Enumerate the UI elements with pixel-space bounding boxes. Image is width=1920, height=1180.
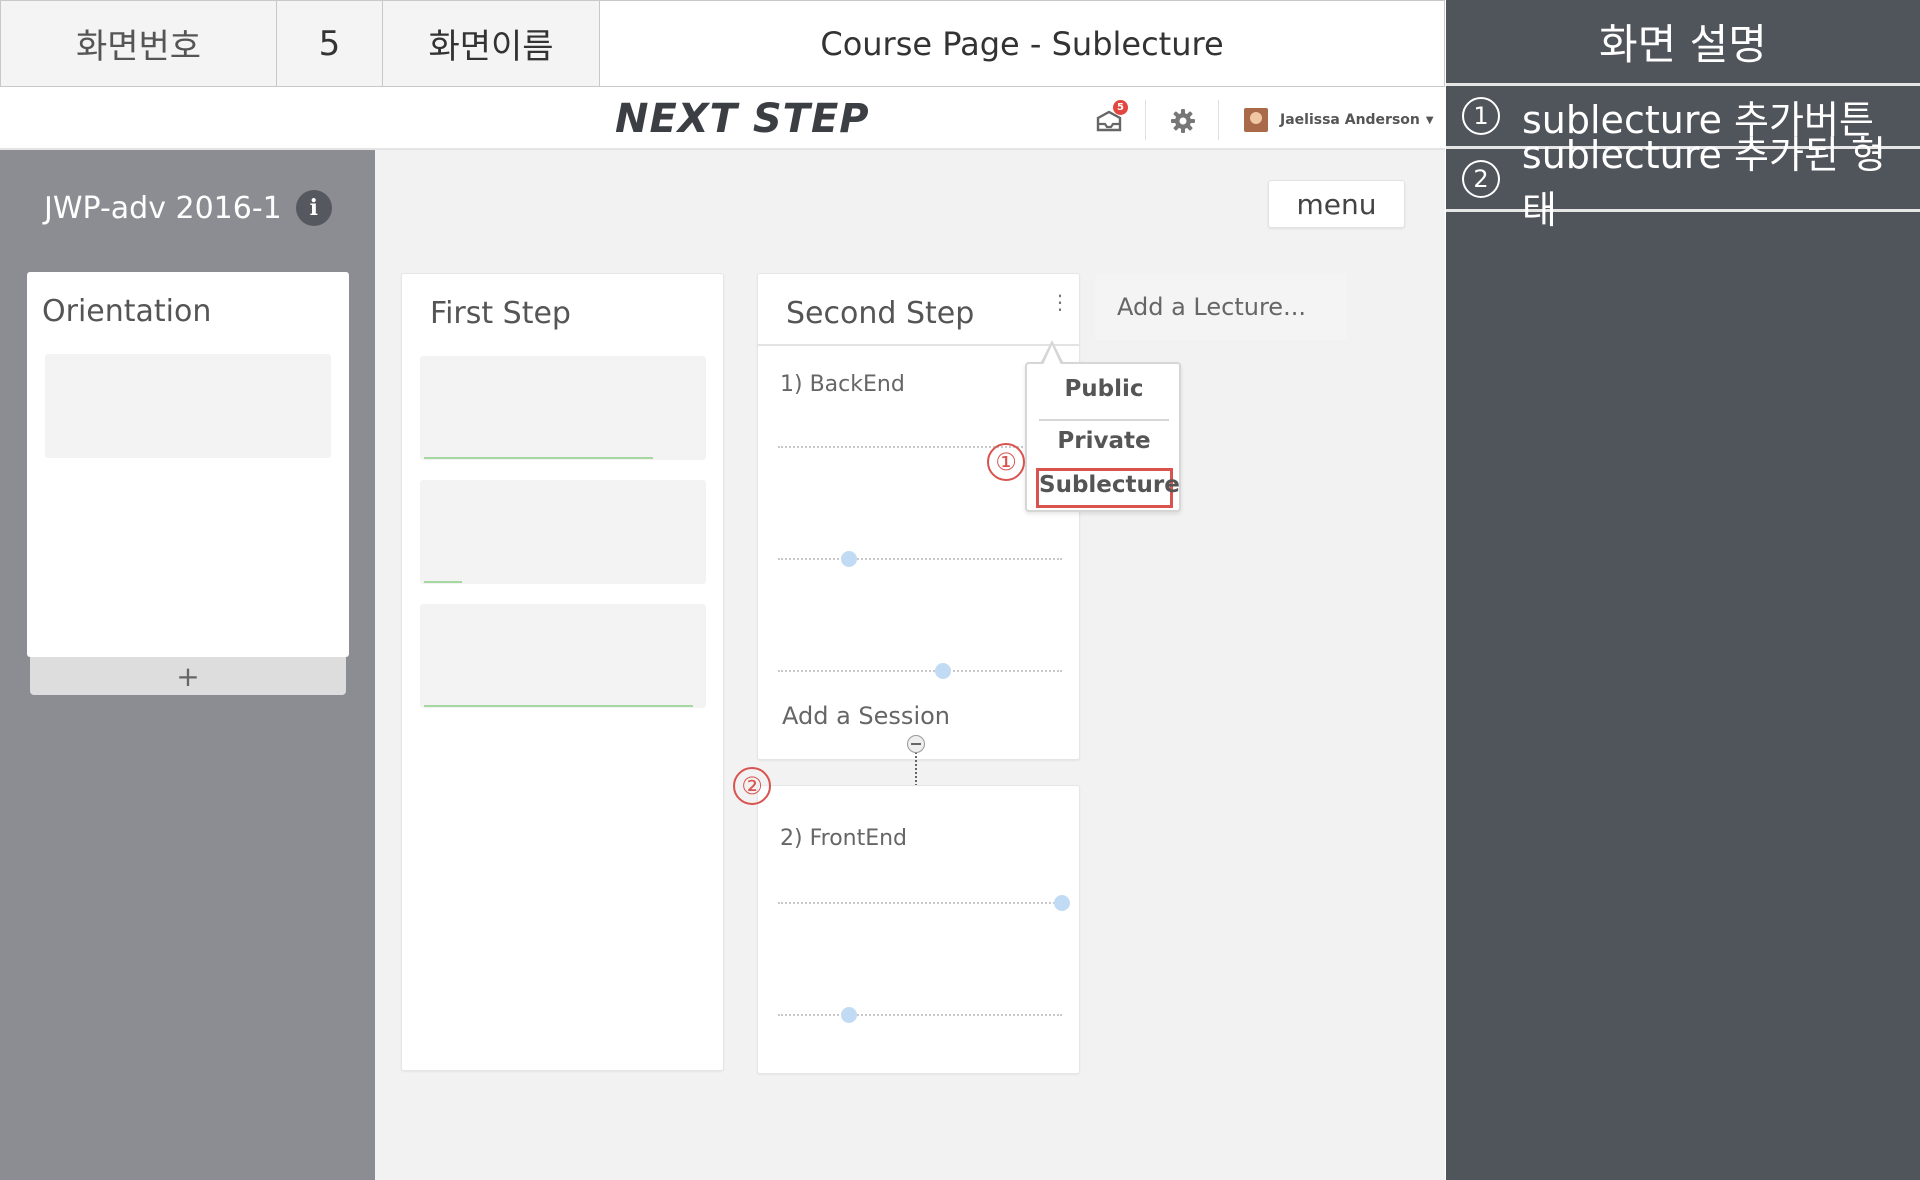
divider — [758, 344, 1079, 346]
lecture-options-popup: Public Private Sublecture — [1025, 362, 1181, 512]
session-slider[interactable] — [778, 551, 1062, 567]
gear-icon[interactable] — [1168, 106, 1198, 136]
spec-header: 화면번호 5 화면이름 Course Page - Sublecture — [0, 0, 1445, 87]
session-slider[interactable] — [778, 895, 1070, 911]
add-lecture-button[interactable]: + — [30, 657, 346, 695]
course-title-text: JWP-adv 2016-1 — [44, 190, 282, 226]
slider-handle[interactable] — [934, 663, 951, 679]
screen-number: 5 — [277, 1, 383, 86]
app-logo[interactable]: NEXT STEP — [615, 96, 870, 142]
session-card[interactable] — [420, 604, 706, 708]
description-title: 화면 설명 — [1446, 0, 1920, 86]
chevron-down-icon: ▼ — [1425, 114, 1434, 126]
lecture-title: Orientation — [42, 294, 212, 329]
menu-button[interactable]: menu — [1268, 180, 1405, 228]
sublecture-title: 2) FrontEnd — [780, 826, 908, 851]
session-progress-bar — [424, 705, 693, 707]
session-progress-bar — [424, 581, 462, 583]
collapse-icon[interactable] — [907, 735, 925, 753]
course-title: JWP-adv 2016-1 i — [44, 190, 332, 226]
user-name: Jaelissa Anderson — [1280, 112, 1420, 128]
kebab-menu-icon[interactable]: ⋮ — [1050, 292, 1070, 312]
session-card[interactable] — [420, 480, 706, 584]
add-lecture-input[interactable]: Add a Lecture... — [1095, 273, 1347, 340]
course-sidebar: JWP-adv 2016-1 i Orientation + — [0, 150, 375, 1180]
lecture-title: First Step — [430, 296, 571, 331]
sublecture-title: 1) BackEnd — [780, 372, 905, 397]
description-item-number: 2 — [1462, 160, 1500, 198]
popup-item-sublecture[interactable]: Sublecture — [1039, 472, 1180, 498]
session-card[interactable] — [420, 356, 706, 460]
avatar — [1244, 108, 1268, 132]
annotation-marker-2: ② — [733, 767, 771, 805]
screen-name: Course Page - Sublecture — [600, 1, 1444, 86]
lecture-column-second-step[interactable]: Second Step ⋮ 1) BackEnd Add a Session — [757, 273, 1080, 760]
session-progress-bar — [424, 457, 653, 459]
slider-handle[interactable] — [841, 551, 857, 567]
description-item-text: sublecture 추가된 형태 — [1521, 133, 1886, 232]
info-icon[interactable]: i — [295, 190, 332, 226]
nav-divider — [1218, 100, 1219, 140]
session-card[interactable] — [45, 354, 331, 458]
add-session-button[interactable]: Add a Session — [782, 702, 950, 730]
nav-divider — [1145, 100, 1146, 140]
lecture-column-first-step[interactable]: First Step — [401, 273, 724, 1071]
orientation-lecture-card[interactable]: Orientation — [27, 272, 349, 657]
popup-item-private[interactable]: Private — [1039, 428, 1169, 454]
popup-arrow-fill — [1043, 345, 1061, 365]
description-item-2: 2 sublecture 추가된 형태 — [1446, 133, 1920, 232]
notification-icon[interactable]: 5 — [1094, 100, 1128, 136]
divider — [1039, 419, 1169, 421]
session-slider[interactable] — [778, 1007, 1062, 1023]
session-slider[interactable] — [778, 663, 1062, 679]
gear-icon-glyph — [1171, 109, 1195, 133]
slider-handle[interactable] — [841, 1007, 857, 1023]
screen-name-label: 화면이름 — [383, 1, 600, 86]
popup-item-public[interactable]: Public — [1039, 376, 1169, 402]
description-panel: 화면 설명 1 sublecture 추가버튼 2 sublecture 추가된… — [1446, 0, 1920, 1180]
description-item-number: 1 — [1462, 97, 1500, 135]
sublecture-card-frontend[interactable]: 2) FrontEnd — [757, 785, 1080, 1074]
screen-number-label: 화면번호 — [1, 1, 277, 86]
annotation-marker-1: ① — [987, 443, 1025, 481]
app-navbar: NEXT STEP 5 Jaelissa Anderson ▼ — [0, 88, 1445, 150]
user-menu[interactable]: Jaelissa Anderson ▼ — [1244, 108, 1434, 132]
lecture-title: Second Step — [786, 296, 975, 331]
notification-badge: 5 — [1113, 100, 1128, 115]
slider-handle[interactable] — [1054, 895, 1070, 911]
